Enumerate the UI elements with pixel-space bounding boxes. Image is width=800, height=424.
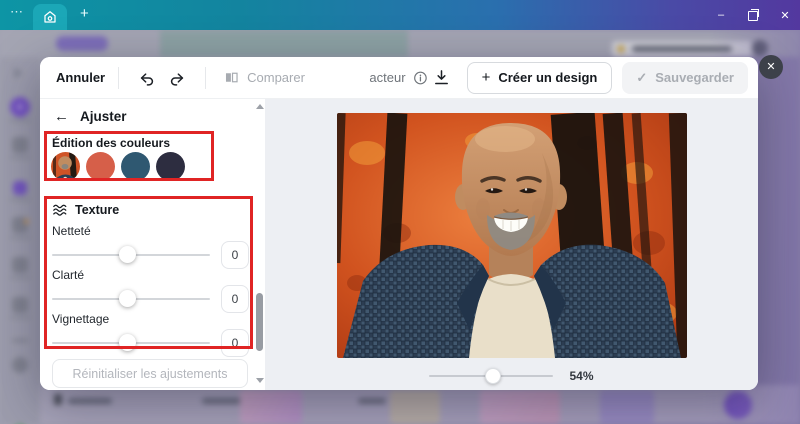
compare-icon (226, 72, 238, 83)
window-controls: – ✕ (714, 0, 792, 30)
panel-scrollbar[interactable] (256, 293, 263, 351)
close-editor-button[interactable]: ✕ (759, 55, 783, 79)
check-icon: ✓ (636, 69, 648, 85)
reset-adjustments-button[interactable]: Réinitialiser les ajustements (52, 359, 248, 388)
sharpness-slider-row: 0 (52, 241, 249, 269)
back-row[interactable]: ← Ajuster (54, 108, 127, 125)
photo-canvas-image[interactable] (337, 113, 687, 358)
app-window: ⋯ + – ✕ + Annuler Comparer acteur + Crée… (0, 0, 800, 424)
vignette-slider-row: 0 (52, 329, 249, 357)
toolbar-divider (118, 66, 120, 89)
create-design-label: Créer un design (498, 70, 598, 85)
back-arrow-icon[interactable]: ← (54, 108, 69, 125)
save-button[interactable]: ✓ Sauvegarder (622, 61, 748, 94)
scroll-up-icon[interactable] (256, 104, 264, 109)
clarity-value[interactable]: 0 (221, 285, 249, 313)
vignette-value[interactable]: 0 (221, 329, 249, 357)
scroll-down-icon[interactable] (256, 378, 264, 383)
home-icon (44, 11, 56, 23)
toolbar-divider (205, 66, 207, 89)
redo-button[interactable] (162, 69, 192, 87)
tab-home[interactable] (33, 4, 67, 30)
swatch-image-thumbnail (51, 152, 80, 181)
swatch-blue[interactable] (121, 152, 150, 181)
texture-section-header: Texture (52, 202, 119, 218)
document-title: acteur (369, 70, 406, 85)
swatch-orange[interactable] (86, 152, 115, 181)
sharpness-slider-handle[interactable] (118, 246, 136, 263)
zoom-slider-handle[interactable] (485, 368, 502, 384)
vignette-slider-handle[interactable] (118, 334, 136, 351)
zoom-bar: 54% (265, 368, 758, 384)
new-tab-button[interactable]: + (80, 5, 89, 22)
undo-button[interactable] (132, 69, 162, 87)
texture-title: Texture (75, 203, 120, 217)
panel-title: Ajuster (80, 109, 127, 124)
compare-button[interactable]: Comparer (223, 69, 305, 86)
undo-icon (140, 72, 154, 86)
download-icon (434, 70, 448, 85)
save-label: Sauvegarder (655, 70, 734, 85)
swatch-image[interactable] (51, 152, 80, 181)
tab-overflow-menu[interactable]: ⋯ (10, 4, 24, 20)
clarity-slider-handle[interactable] (118, 290, 136, 307)
document-title-group: acteur (369, 70, 428, 86)
undo-all-button[interactable]: Annuler (56, 70, 105, 85)
maximize-button[interactable] (746, 8, 760, 22)
editor-toolbar: Annuler Comparer acteur + Créer un desig… (40, 57, 758, 99)
toolbar-right-group: + Créer un design ✓ Sauvegarder (426, 61, 748, 94)
compare-label: Comparer (247, 70, 305, 85)
create-design-button[interactable]: + Créer un design (466, 61, 613, 94)
clarity-slider-row: 0 (52, 285, 249, 313)
redo-icon (171, 72, 184, 86)
download-button[interactable] (426, 68, 457, 87)
portrait-photo (337, 113, 687, 358)
info-icon[interactable] (413, 70, 429, 86)
swatch-navy[interactable] (156, 152, 185, 181)
photo-editor-modal: Annuler Comparer acteur + Créer un desig… (40, 57, 758, 390)
clarity-label: Clarté (52, 268, 85, 282)
color-edit-title: Édition des couleurs (52, 136, 171, 150)
editor-body: ← Ajuster Édition des couleurs Texture N… (40, 99, 758, 390)
sharpness-value[interactable]: 0 (221, 241, 249, 269)
window-titlebar: ⋯ + – ✕ (0, 0, 800, 30)
adjust-panel: ← Ajuster Édition des couleurs Texture N… (40, 99, 265, 390)
color-swatches (51, 152, 185, 181)
plus-icon: + (481, 69, 491, 86)
texture-icon (53, 204, 67, 216)
editor-canvas: 54% (265, 99, 758, 390)
sharpness-label: Netteté (52, 224, 91, 238)
vignette-label: Vignettage (52, 312, 110, 326)
close-window-button[interactable]: ✕ (778, 9, 792, 22)
minimize-button[interactable]: – (714, 9, 728, 21)
zoom-slider-track[interactable] (429, 368, 554, 384)
zoom-level: 54% (569, 369, 594, 383)
